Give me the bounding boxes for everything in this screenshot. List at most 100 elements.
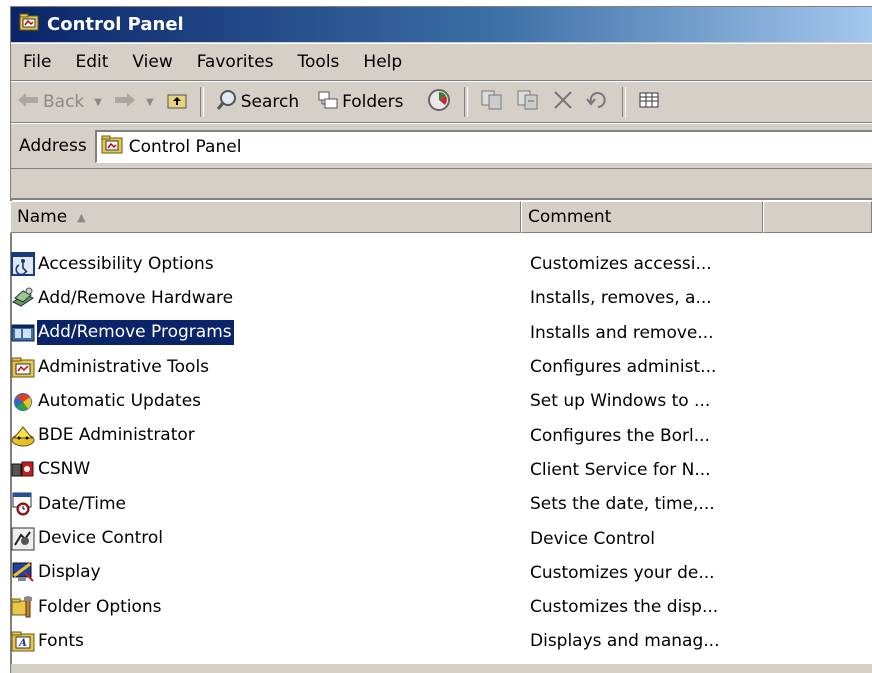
move-to-button[interactable] xyxy=(474,85,510,119)
menu-edit[interactable]: Edit xyxy=(75,52,108,72)
folder-options-icon xyxy=(11,595,35,619)
csnw-icon xyxy=(11,458,35,482)
search-button[interactable]: Search xyxy=(210,85,305,119)
hardware-icon xyxy=(11,286,35,310)
column-header-name[interactable]: Name ▲ xyxy=(10,201,521,233)
back-label: Back xyxy=(43,92,85,112)
delete-button[interactable] xyxy=(546,85,580,119)
column-header: Name ▲ Comment xyxy=(10,201,872,234)
updates-icon xyxy=(11,389,35,413)
window-title: Control Panel xyxy=(47,14,184,35)
item-comment: Installs, removes, a... xyxy=(530,288,712,309)
list-item[interactable]: Add/Remove Programs Installs and remove.… xyxy=(11,316,871,350)
column-name-label: Name xyxy=(17,207,68,227)
item-name: Automatic Updates xyxy=(38,390,202,411)
address-label: Address xyxy=(19,136,87,156)
menu-favorites[interactable]: Favorites xyxy=(197,52,274,72)
toolbar-separator xyxy=(199,87,204,117)
item-name: Accessibility Options xyxy=(38,253,214,274)
search-icon xyxy=(216,89,238,116)
item-comment: Configures administ... xyxy=(530,357,717,378)
back-arrow-icon xyxy=(17,92,39,113)
up-folder-icon xyxy=(166,90,188,115)
column-header-comment[interactable]: Comment xyxy=(521,201,763,233)
fonts-icon: A xyxy=(11,629,35,653)
control-panel-icon xyxy=(19,13,39,36)
address-input[interactable]: Control Panel xyxy=(94,129,872,163)
item-name: Administrative Tools xyxy=(38,356,210,377)
folders-icon xyxy=(317,90,339,115)
undo-button[interactable] xyxy=(580,85,616,119)
undo-icon xyxy=(585,90,610,115)
toolbar-separator xyxy=(463,87,468,117)
bde-icon xyxy=(11,424,35,448)
menu-bar: File Edit View Favorites Tools Help xyxy=(11,43,872,81)
copy-to-icon xyxy=(516,89,540,116)
device-control-icon xyxy=(11,527,35,551)
views-button[interactable] xyxy=(632,85,666,119)
back-button[interactable]: Back ▼ xyxy=(11,85,108,119)
menu-tools[interactable]: Tools xyxy=(298,52,340,72)
item-name: BDE Administrator xyxy=(38,425,195,446)
search-label: Search xyxy=(240,92,300,112)
list-item[interactable]: Date/Time Sets the date, time,... xyxy=(11,487,871,521)
list-item[interactable]: Automatic Updates Set up Windows to ... xyxy=(11,384,871,418)
item-name: Display xyxy=(38,562,101,583)
item-name: Fonts xyxy=(38,630,84,651)
list-item[interactable]: Display Customizes your de... xyxy=(11,556,871,590)
list-item[interactable]: A Fonts Displays and manag... xyxy=(11,624,871,658)
forward-dropdown-icon[interactable]: ▼ xyxy=(146,97,154,108)
list-item[interactable]: CSNW Client Service for N... xyxy=(11,453,871,487)
menu-help[interactable]: Help xyxy=(363,52,402,72)
list-item[interactable]: Add/Remove Hardware Installs, removes, a… xyxy=(11,281,871,315)
up-folder-button[interactable] xyxy=(160,85,194,119)
item-comment: Configures the Borl... xyxy=(530,425,710,446)
list-item[interactable]: Folder Options Customizes the disp... xyxy=(11,590,871,624)
accessibility-icon xyxy=(11,252,35,277)
item-comment: Customizes your de... xyxy=(530,562,715,583)
back-dropdown-icon[interactable]: ▼ xyxy=(94,97,102,108)
control-panel-icon xyxy=(101,134,123,159)
item-comment: Customizes the disp... xyxy=(530,597,719,618)
file-list: Accessibility Options Customizes accessi… xyxy=(11,247,871,659)
toolbar-separator xyxy=(621,87,626,117)
item-name: Add/Remove Programs xyxy=(37,320,234,346)
menu-view[interactable]: View xyxy=(132,52,172,72)
address-value: Control Panel xyxy=(128,136,242,157)
forward-arrow-icon xyxy=(114,92,136,113)
list-item[interactable]: Accessibility Options Customizes accessi… xyxy=(11,247,871,281)
item-comment: Device Control xyxy=(530,528,655,549)
delete-icon xyxy=(552,89,574,116)
list-item[interactable]: Device Control Device Control xyxy=(11,521,871,555)
folders-label: Folders xyxy=(342,92,404,112)
address-bar: Address Control Panel xyxy=(11,123,872,169)
views-icon xyxy=(638,90,660,115)
item-name: Add/Remove Hardware xyxy=(38,287,234,308)
item-comment: Installs and remove... xyxy=(530,322,714,343)
title-bar[interactable]: Control Panel xyxy=(11,7,872,42)
copy-to-button[interactable] xyxy=(510,85,546,119)
display-icon xyxy=(11,561,35,585)
item-comment: Customizes accessi... xyxy=(530,254,712,275)
item-name: Date/Time xyxy=(38,493,126,514)
item-comment: Displays and manag... xyxy=(530,631,720,652)
toolbar: Back ▼ ▼ Search Folders xyxy=(11,81,872,123)
item-comment: Client Service for N... xyxy=(530,459,711,480)
programs-icon xyxy=(11,321,35,345)
item-comment: Set up Windows to ... xyxy=(530,391,711,412)
column-header-empty[interactable] xyxy=(763,201,872,233)
list-item[interactable]: BDE Administrator Configures the Borl... xyxy=(11,418,871,452)
move-to-icon xyxy=(480,89,504,116)
menu-file[interactable]: File xyxy=(23,52,51,72)
datetime-icon xyxy=(11,492,35,516)
list-item[interactable]: Administrative Tools Configures administ… xyxy=(11,350,871,384)
sort-ascending-icon: ▲ xyxy=(77,210,86,224)
history-icon xyxy=(426,88,452,117)
item-name: Folder Options xyxy=(38,596,162,617)
admin-tools-icon xyxy=(11,355,35,379)
item-name: Device Control xyxy=(38,528,163,549)
history-button[interactable] xyxy=(420,85,458,119)
svg-text:A: A xyxy=(18,638,27,649)
folders-button[interactable]: Folders xyxy=(311,85,409,119)
forward-button[interactable]: ▼ xyxy=(108,85,160,119)
